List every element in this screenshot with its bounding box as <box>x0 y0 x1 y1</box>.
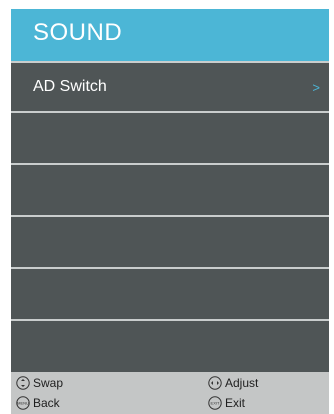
menu-header: SOUND <box>11 9 329 61</box>
chevron-right-icon: > <box>312 80 320 95</box>
hint-label: Back <box>33 396 60 410</box>
menu-list: AD Switch > <box>11 61 329 372</box>
hint-label: Swap <box>33 376 64 390</box>
svg-text:EXIT: EXIT <box>211 401 220 406</box>
menu-title: SOUND <box>33 19 123 46</box>
hint-back: MENU Back <box>16 394 60 412</box>
menu-item-ad-switch[interactable]: AD Switch > <box>11 61 329 113</box>
hint-label: Exit <box>225 396 246 410</box>
hint-swap: Swap <box>16 374 63 392</box>
left-right-icon <box>208 376 222 390</box>
hint-adjust: Adjust <box>208 374 258 392</box>
menu-item-empty-2[interactable] <box>11 165 329 217</box>
menu-key-icon: MENU <box>16 396 30 410</box>
menu-item-label: AD Switch <box>33 78 107 95</box>
hint-exit: EXIT Exit <box>208 394 245 412</box>
sound-menu: SOUND AD Switch > Swap Adjust MENU Back … <box>11 9 329 414</box>
menu-item-empty-1[interactable] <box>11 113 329 165</box>
svg-text:MENU: MENU <box>17 401 29 406</box>
exit-key-icon: EXIT <box>208 396 222 410</box>
menu-item-empty-3[interactable] <box>11 217 329 269</box>
menu-item-empty-5[interactable] <box>11 321 329 372</box>
button-hints-footer: Swap Adjust MENU Back EXIT Exit <box>11 372 329 414</box>
menu-item-empty-4[interactable] <box>11 269 329 321</box>
hint-label: Adjust <box>225 376 259 390</box>
up-down-icon <box>16 376 30 390</box>
